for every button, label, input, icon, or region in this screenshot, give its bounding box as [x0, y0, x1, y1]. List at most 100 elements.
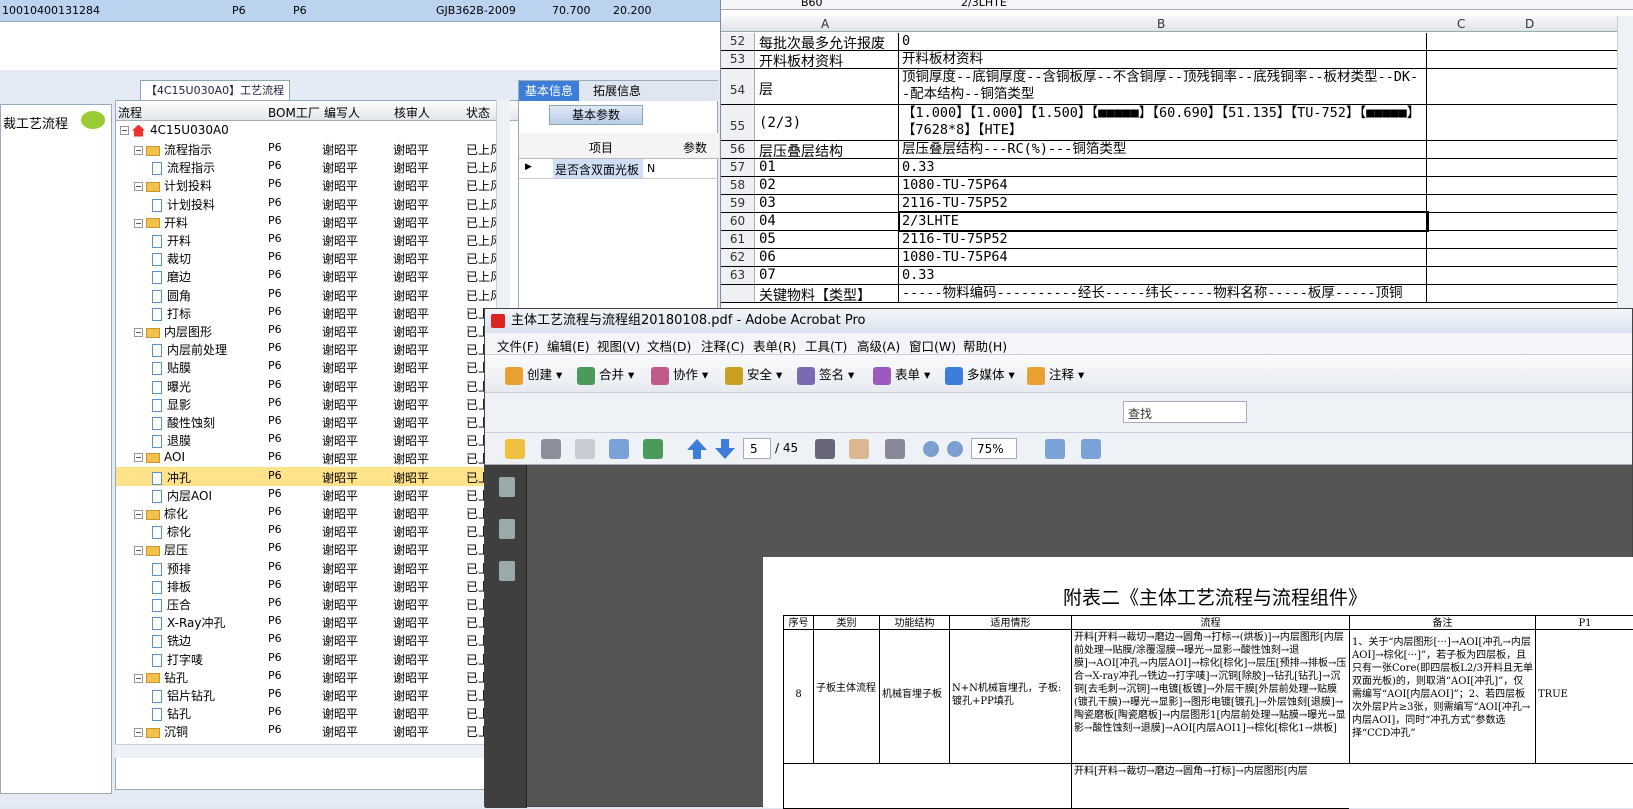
- prev-page-icon[interactable]: [687, 439, 707, 459]
- col-b[interactable]: B: [1157, 17, 1165, 31]
- excel-scrollbar[interactable]: [1617, 16, 1633, 310]
- cell-b[interactable]: 开料板材资料: [900, 51, 1427, 68]
- collapse-icon[interactable]: −: [134, 728, 143, 738]
- formula-bar[interactable]: B60 2/3LHTE: [721, 0, 1633, 10]
- print-icon[interactable]: [541, 439, 561, 459]
- param-value[interactable]: N: [647, 162, 655, 175]
- col-status[interactable]: 状态: [466, 104, 490, 121]
- cell-b[interactable]: 1080-TU-75P64: [900, 177, 1427, 194]
- bookmarks-icon[interactable]: [499, 519, 515, 539]
- cell-b[interactable]: 2116-TU-75P52: [900, 195, 1427, 212]
- secure-button[interactable]: 安全 ▾: [725, 364, 782, 385]
- col-flow[interactable]: 流程: [118, 104, 142, 121]
- zoom-level-input[interactable]: 75%: [971, 438, 1017, 459]
- tree-row[interactable]: 排板P6谢昭平谢昭平已上风: [116, 576, 529, 595]
- cell-b[interactable]: 0.33: [900, 159, 1427, 176]
- menu-item[interactable]: 视图(V): [597, 336, 640, 355]
- collapse-icon[interactable]: −: [134, 182, 143, 192]
- sign-button[interactable]: 签名 ▾: [797, 364, 854, 385]
- tree-horizontal-scrollbar[interactable]: [115, 744, 495, 758]
- nav-item-process[interactable]: 裁工艺流程: [3, 113, 68, 132]
- email-icon[interactable]: [609, 439, 629, 459]
- signatures-icon[interactable]: [499, 561, 515, 581]
- tab-basic-params[interactable]: 基本参数: [549, 105, 643, 125]
- menu-item[interactable]: 文档(D): [647, 336, 691, 355]
- fit-page-icon[interactable]: [1081, 439, 1101, 459]
- collapse-icon[interactable]: −: [120, 126, 129, 135]
- cell-b[interactable]: 顶铜厚度--底铜厚度--含铜板厚--不含铜厚--顶残铜率--底残铜率--板材类型…: [900, 69, 1427, 104]
- cell-b[interactable]: 2/3LHTE: [898, 211, 1429, 232]
- select-tool-icon[interactable]: [815, 439, 835, 459]
- col-writer[interactable]: 编写人: [324, 104, 360, 121]
- name-box[interactable]: B60: [801, 0, 823, 9]
- tree-row[interactable]: −层压P6谢昭平谢昭平已上风: [116, 539, 529, 558]
- tree-row[interactable]: 酸性蚀刻P6谢昭平谢昭平已上风: [116, 412, 529, 431]
- tree-row[interactable]: 流程指示 P6 谢昭平 谢昭平 已上风: [116, 157, 529, 176]
- tree-row[interactable]: −AOIP6谢昭平谢昭平已上风: [116, 448, 529, 467]
- tree-row[interactable]: 圆角 P6 谢昭平 谢昭平 已上风: [116, 285, 529, 304]
- menu-item[interactable]: 窗口(W): [909, 336, 956, 355]
- tree-row[interactable]: −沉铜P6谢昭平谢昭平已上风: [116, 721, 529, 740]
- cell-b[interactable]: -----物料编码----------经长-----纬长-----物料名称---…: [900, 285, 1427, 302]
- create-button[interactable]: 创建 ▾: [505, 364, 562, 385]
- pages-icon[interactable]: [499, 477, 515, 497]
- col-a[interactable]: A: [821, 17, 829, 31]
- collapse-icon[interactable]: −: [134, 673, 143, 683]
- menu-item[interactable]: 高级(A): [857, 336, 900, 355]
- row-number[interactable]: 52: [721, 33, 755, 50]
- cell-a[interactable]: 层压叠层结构: [757, 141, 899, 158]
- tree-row[interactable]: 冲孔P6谢昭平谢昭平已上风: [116, 466, 529, 486]
- zoom-tool-icon[interactable]: [885, 439, 905, 459]
- col-d[interactable]: D: [1525, 17, 1534, 31]
- tree-root[interactable]: − 4C15U030A0: [116, 121, 529, 140]
- row-number[interactable]: 56: [721, 141, 755, 158]
- row-number[interactable]: [721, 285, 755, 302]
- tree-row[interactable]: 贴膜P6谢昭平谢昭平已上风: [116, 357, 529, 376]
- zoom-in-icon[interactable]: [947, 441, 963, 457]
- row-number[interactable]: 59: [721, 195, 755, 212]
- row-number[interactable]: 61: [721, 231, 755, 248]
- tree-row[interactable]: 铣边P6谢昭平谢昭平已上风: [116, 630, 529, 649]
- cell-b[interactable]: 【1.000】【1.000】【1.500】【■■■■■】【60.690】【51.…: [900, 105, 1427, 140]
- collapse-icon[interactable]: −: [134, 328, 143, 337]
- tree-row[interactable]: 显影P6谢昭平谢昭平已上风: [116, 394, 529, 413]
- cell-a[interactable]: 06: [757, 249, 899, 266]
- tab-workflow[interactable]: 【4C15U030A0】工艺流程: [140, 80, 290, 100]
- tree-row[interactable]: −钻孔P6谢昭平谢昭平已上风: [116, 667, 529, 686]
- tree-row[interactable]: −棕化P6谢昭平谢昭平已上风: [116, 503, 529, 522]
- tree-row[interactable]: 预排P6谢昭平谢昭平已上风: [116, 558, 529, 577]
- cell-a[interactable]: 04: [757, 213, 899, 230]
- tree-row[interactable]: 裁切 P6 谢昭平 谢昭平 已上风: [116, 248, 529, 267]
- cell-b[interactable]: 0: [900, 33, 1427, 50]
- save-icon[interactable]: [575, 439, 595, 459]
- tree-row[interactable]: − 开料 P6 谢昭平 谢昭平 已上风: [116, 212, 529, 231]
- row-number[interactable]: 58: [721, 177, 755, 194]
- menu-item[interactable]: 工具(T): [805, 336, 847, 355]
- cell-b[interactable]: 0.33: [900, 267, 1427, 284]
- find-input[interactable]: 查找: [1123, 401, 1247, 423]
- collaborate-button[interactable]: 协作 ▾: [651, 364, 708, 385]
- zoom-out-icon[interactable]: [923, 441, 939, 457]
- row-number[interactable]: 53: [721, 51, 755, 68]
- tree-row[interactable]: 磨边 P6 谢昭平 谢昭平 已上风: [116, 266, 529, 285]
- comment-button[interactable]: 注释 ▾: [1027, 364, 1084, 385]
- menu-item[interactable]: 帮助(H): [963, 336, 1007, 355]
- tree-row[interactable]: − 流程指示 P6 谢昭平 谢昭平 已上风: [116, 139, 529, 158]
- col-bom[interactable]: BOM工厂: [268, 104, 320, 121]
- cell-b[interactable]: 层压叠层结构---RC(%)---铜箔类型: [900, 141, 1427, 158]
- row-number[interactable]: 54: [721, 69, 755, 104]
- row-number[interactable]: 57: [721, 159, 755, 176]
- cell-a[interactable]: 02: [757, 177, 899, 194]
- col-c[interactable]: C: [1457, 17, 1465, 31]
- cell-a[interactable]: (2/3): [757, 105, 899, 140]
- combine-button[interactable]: 合并 ▾: [577, 364, 634, 385]
- hand-tool-icon[interactable]: [849, 439, 869, 459]
- cell-a[interactable]: 05: [757, 231, 899, 248]
- next-page-icon[interactable]: [715, 439, 735, 459]
- menu-item[interactable]: 文件(F): [497, 336, 539, 355]
- cell-b[interactable]: 2116-TU-75P52: [900, 231, 1427, 248]
- globe-icon[interactable]: [643, 439, 663, 459]
- tree-row[interactable]: 计划投料 P6 谢昭平 谢昭平 已上风: [116, 194, 529, 213]
- collapse-icon[interactable]: −: [134, 510, 143, 519]
- tree-row[interactable]: 压合P6谢昭平谢昭平已上风: [116, 594, 529, 613]
